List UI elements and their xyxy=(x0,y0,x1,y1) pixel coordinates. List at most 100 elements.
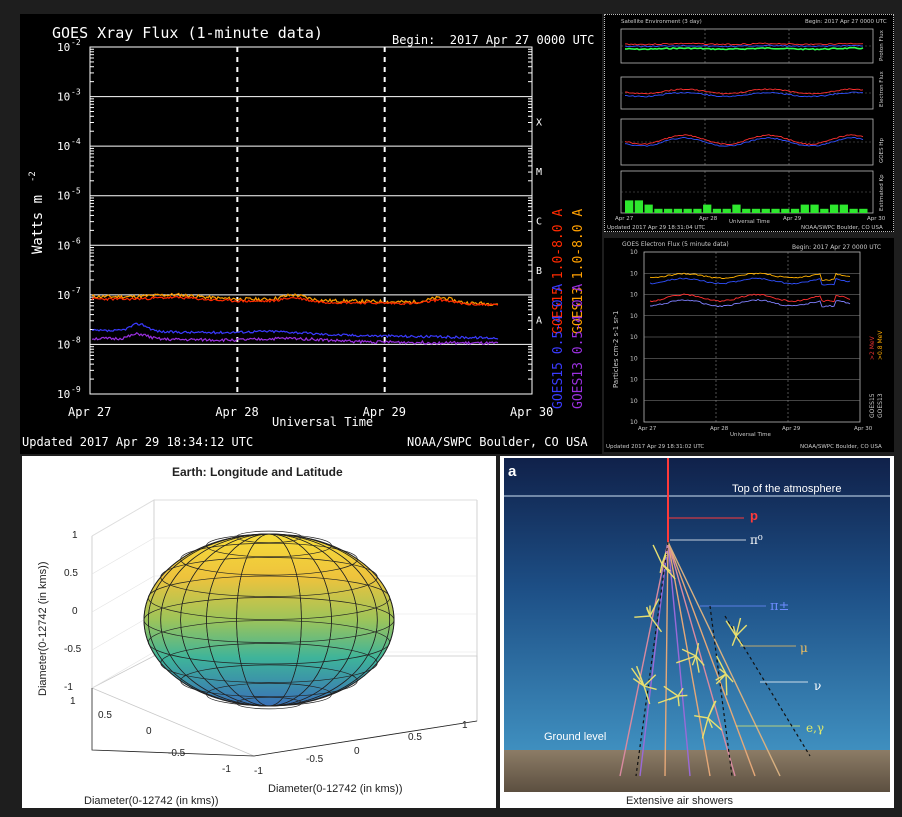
electron-plot-area: 101010101010101010Apr 27 Apr 28 Apr 29 Apr … xyxy=(630,249,873,438)
xray-ytick-exp: -8 xyxy=(71,335,81,344)
electron-ylabel-group: Particles cm-2 s-1 sr-1 xyxy=(612,310,620,388)
earth-ztick-label: -1 xyxy=(64,682,73,693)
earth-ellipsoid xyxy=(143,533,395,707)
electron-updated: Updated 2017 Apr 29 18:31:02 UTC xyxy=(606,444,704,450)
electron-energy-08mev: >0.8 MeV xyxy=(877,330,884,360)
satenv-kp-bar xyxy=(703,204,712,213)
earth-ztick-label: 1 xyxy=(72,530,78,541)
electron-series-goes13-2mev xyxy=(649,298,851,308)
satenv-kp-bar xyxy=(839,204,848,213)
xray-xtick-label: Apr 27 xyxy=(68,405,111,419)
satenv-kp-bar xyxy=(771,208,780,213)
electron-xlabel: Universal Time xyxy=(730,432,772,438)
satenv-proton-series-1 xyxy=(624,42,864,46)
xray-ytick-label: 10 xyxy=(57,41,70,54)
air-shower-diagram: a Top of the atmosphere Ground level p π… xyxy=(504,458,890,807)
satenv-kp-bar xyxy=(673,208,683,213)
satenv-xtick-label: Apr 29 xyxy=(783,216,802,222)
satenv-kp-bar xyxy=(664,208,673,213)
xray-ytick-label: 10 xyxy=(57,140,70,153)
electron-ytick-label: 10 xyxy=(630,398,638,405)
earth-ytick-label: 0.5 xyxy=(98,710,112,721)
earth-zlabel-group: Diameter(0-12742 (in kms)) xyxy=(37,562,49,696)
xray-flare-class: B xyxy=(536,266,542,277)
xray-begin: Begin: 2017 Apr 27 0000 UTC xyxy=(392,33,594,47)
xray-ytick-label: 10 xyxy=(57,239,70,252)
electron-series-goes15-08mev xyxy=(649,277,851,286)
satenv-panel-label: Proton Flux xyxy=(879,29,885,61)
xray-flare-class: C xyxy=(536,217,542,228)
satellite-environment-panel: Satellite Environment (3 day) Begin: 201… xyxy=(604,14,894,232)
xray-ytick-exp: -6 xyxy=(71,236,81,245)
satenv-kp-bar xyxy=(751,208,761,213)
electron-flux-panel: GOES Electron Flux (5 minute data) Begin… xyxy=(604,238,894,452)
xray-plot-area: 10 -210 -310 -410 -510 -610 -710 -810 -9XMCBAApr… xyxy=(57,38,553,419)
satenv-begin: Begin: 2017 Apr 27 0000 UTC xyxy=(805,19,887,25)
satenv-kp-bar xyxy=(849,208,858,213)
xray-ytick-exp: -9 xyxy=(71,385,81,394)
satenv-panel-label-group: GOES Hp xyxy=(879,138,885,163)
earth-grid-line xyxy=(91,537,155,575)
particle-label-pi-pm: π± xyxy=(770,599,789,614)
xray-ytick-label: 10 xyxy=(57,190,70,203)
earth-grid-line xyxy=(91,651,155,689)
xray-flare-class: X xyxy=(536,117,542,128)
satenv-kp-bar xyxy=(810,204,819,213)
satenv-kp-bar xyxy=(829,204,839,213)
atmosphere-top-label: Top of the atmosphere xyxy=(732,483,841,495)
ground-band xyxy=(504,750,890,792)
electron-ytick-label: 10 xyxy=(630,355,638,362)
satenv-xtick-label: Apr 28 xyxy=(699,216,718,222)
earth-xtick-label: 0.5 xyxy=(408,732,422,743)
xray-xtick-label: Apr 28 xyxy=(215,405,258,419)
electron-energy-2mev: >2 MeV xyxy=(869,335,876,360)
satenv-kp-bar xyxy=(800,204,809,213)
earth-grid-line xyxy=(91,499,155,537)
satellite-environment-chart: Satellite Environment (3 day) Begin: 201… xyxy=(607,19,887,231)
satenv-xtick-label: Apr 30 xyxy=(867,216,886,222)
electromagnetic-subshower xyxy=(725,673,728,696)
xray-ytick-exp: -5 xyxy=(71,187,81,196)
xray-ytick-exp: -7 xyxy=(71,286,81,295)
xray-legend-short: GOES15 0.5-4.0 A GOES13 0.5-4.0 A xyxy=(551,284,586,409)
legend-goes15-short: GOES15 0.5-4.0 A xyxy=(551,284,566,409)
xray-series-goes13-short xyxy=(91,332,499,346)
xray-ytick-exp: -4 xyxy=(71,137,81,146)
electron-ytick-label: 10 xyxy=(630,334,638,341)
earth-xtick-label: 0 xyxy=(354,746,360,757)
satenv-electron-series-1 xyxy=(624,88,864,95)
satenv-kp-bar xyxy=(693,208,702,213)
particle-label-e-gamma: e,γ xyxy=(806,721,824,735)
xray-ytick-exp: -2 xyxy=(71,38,81,47)
xray-title: GOES Xray Flux (1-minute data) xyxy=(52,24,323,42)
electron-xtick-label: Apr 30 xyxy=(854,426,873,432)
particle-label-nu: ν xyxy=(814,679,821,693)
earth-xtick-label: -0.5 xyxy=(306,754,324,765)
satenv-proton-series-2 xyxy=(624,44,864,48)
satenv-panel-label: Estimated Kp xyxy=(879,174,885,211)
earth-ztick-label: 0.5 xyxy=(64,568,78,579)
earth-title: Earth: Longitude and Latitude xyxy=(172,465,343,479)
satenv-kp-bar xyxy=(761,208,770,213)
electron-ytick-label: 10 xyxy=(630,313,638,320)
earth-zlabel: Diameter(0-12742 (in kms)) xyxy=(37,562,49,696)
xray-xtick-label: Apr 30 xyxy=(510,405,553,419)
satenv-kp-bar xyxy=(644,204,653,213)
satenv-kp-bar xyxy=(781,208,790,213)
earth-ztick-label: 0 xyxy=(72,606,78,617)
satenv-kp-bar xyxy=(722,208,731,213)
xray-ylabel: Watts m xyxy=(30,195,46,254)
electron-xtick-label: Apr 27 xyxy=(638,426,657,432)
satenv-plot-area: Proton Flux Electron Flux GOES Hp Estimated… xyxy=(615,28,886,225)
satenv-kp-bar xyxy=(634,200,644,213)
xray-chart: GOES Xray Flux (1-minute data) Begin: 20… xyxy=(22,24,594,449)
electron-ytick-label: 10 xyxy=(630,419,638,426)
electron-ytick-label: 10 xyxy=(630,292,638,299)
particle-label-mu: μ xyxy=(800,641,808,655)
xray-xlabel: Universal Time xyxy=(272,415,373,429)
electron-begin: Begin: 2017 Apr 27 0000 UTC xyxy=(792,244,881,251)
satenv-proton-series-3 xyxy=(624,46,864,51)
satenv-kp-bar xyxy=(790,208,800,213)
xray-ytick-exp: -3 xyxy=(71,88,81,97)
satenv-credit: NOAA/SWPC Boulder, CO USA xyxy=(801,225,883,231)
